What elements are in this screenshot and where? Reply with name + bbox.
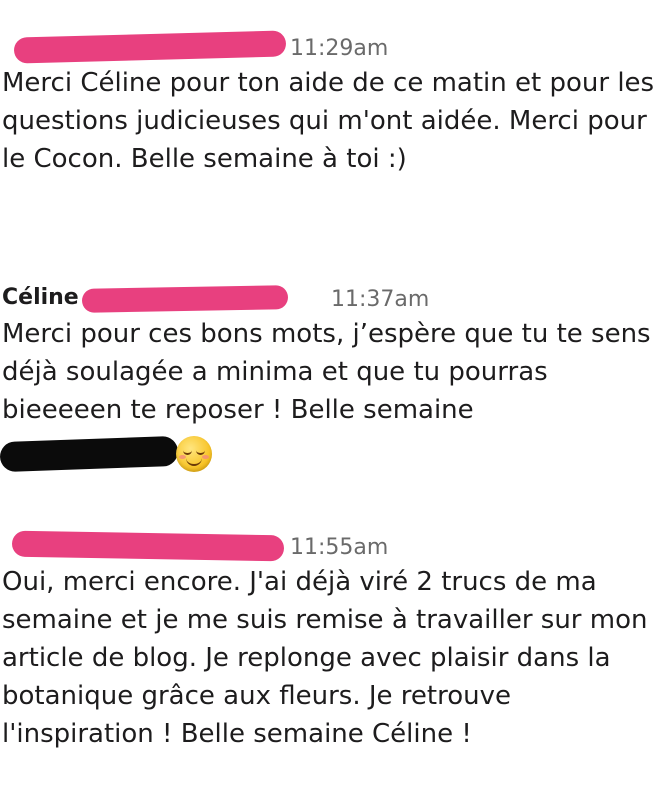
redaction-mark [0,435,179,473]
message-text: Oui, merci encore. J'ai déjà viré 2 truc… [2,567,648,749]
redaction-mark [13,30,287,64]
message-timestamp[interactable]: 11:55am [290,535,388,560]
message-text: Merci Céline pour ton aide de ce matin e… [2,68,655,174]
message-1: 11:29am Merci Céline pour ton aide de ce… [0,28,672,178]
message-timestamp[interactable]: 11:29am [290,36,388,61]
message-text: Merci pour ces bons mots, j’espère que t… [2,319,651,425]
message-timestamp[interactable]: 11:37am [331,287,429,312]
redaction-mark [11,530,285,562]
message-header: 11:55am [0,527,672,563]
message-2: Céline 11:37am Merci pour ces bons mots,… [0,279,672,473]
sender-name[interactable]: Céline [2,285,79,310]
message-3: 11:55am Oui, merci encore. J'ai déjà vir… [0,527,672,753]
message-header: Céline 11:37am [0,279,672,315]
redaction-mark [81,285,289,313]
message-header: 11:29am [0,28,672,64]
smiling-face-emoji [176,436,212,472]
